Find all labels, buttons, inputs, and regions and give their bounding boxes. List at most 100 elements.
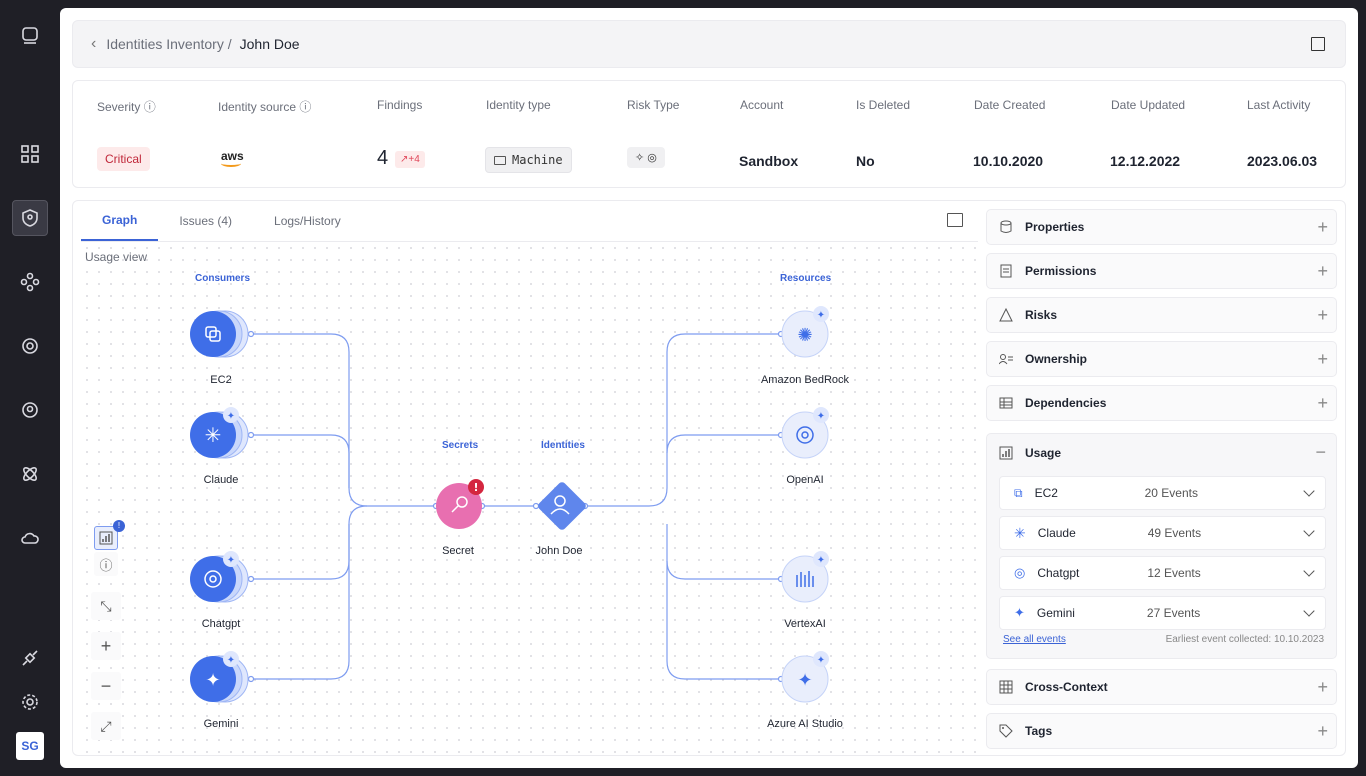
tab-issues[interactable]: Issues (4) [158,201,253,241]
deleted-label: Is Deleted [856,98,911,112]
target-icon[interactable] [12,328,48,364]
usage-events: 49 Events [1147,526,1202,540]
settings-icon[interactable] [12,684,48,720]
tag-icon [999,724,1013,738]
svg-text:✦: ✦ [227,555,235,566]
node-openai: ✦ [781,407,829,459]
svg-text:✺: ✺ [797,325,812,346]
plus-icon[interactable]: + [1317,218,1328,236]
zoom-in-button[interactable]: + [91,632,121,660]
alert-circle-icon: ⓘ [99,557,113,573]
plus-icon[interactable]: + [1317,722,1328,740]
warning-icon [999,308,1013,322]
section-title: Dependencies [1025,396,1107,410]
section-title: Permissions [1025,264,1097,278]
see-all-events-link[interactable]: See all events [1003,634,1066,645]
section-title: Ownership [1025,352,1088,366]
section-risks[interactable]: Risks + [986,297,1337,333]
chevron-left-icon[interactable]: ‹ [91,35,96,53]
type-label: Identity type [486,98,551,112]
plus-icon[interactable]: + [1317,306,1328,324]
risk-label: Risk Type [627,98,680,112]
plus-icon[interactable]: + [1317,350,1328,368]
node-bedrock: ✺ ✦ [781,306,829,358]
graph-edges: ✳ ✦ ✦ ✦ ✦ ! ✺ ✦ ✦ ✦ ✦ ✦ [190,306,829,703]
section-permissions[interactable]: Permissions + [986,253,1337,289]
svg-text:!: ! [473,481,478,494]
dashboard-icon[interactable] [12,136,48,172]
usage-header[interactable]: Usage [999,446,1061,460]
account-value: Sandbox [739,153,799,169]
section-tags[interactable]: Tags + [986,713,1337,749]
section-cross-context[interactable]: Cross-Context + [986,669,1337,705]
usage-name: Claude [1037,526,1076,540]
source-label: Identity source ⓘ [218,100,312,114]
created-value: 10.10.2020 [973,153,1044,169]
svg-text:✦: ✦ [227,655,235,666]
usage-events: 27 Events [1146,606,1201,620]
collapse-panel-icon[interactable] [947,213,963,227]
logo-icon[interactable] [12,18,48,54]
plus-icon[interactable]: + [1317,262,1328,280]
chevron-down-icon[interactable] [1303,565,1315,577]
cloud-icon[interactable] [12,520,48,556]
identity-shield-icon[interactable] [12,200,48,236]
severity-badge: Critical [97,147,150,171]
atom-icon[interactable] [12,456,48,492]
graph-card: Graph Issues (4) Logs/History Usage view… [72,200,1346,756]
breadcrumb: ‹ Identities Inventory / John Doe [72,20,1346,68]
breadcrumb-parent[interactable]: Identities Inventory / [106,36,231,52]
alert-view-toggle[interactable]: ⓘ [94,552,118,576]
fit-view-button[interactable]: ⤢ [91,712,121,740]
section-usage: Usage − ⧉ EC2 20 Events ✳ Claude 49 Even… [986,433,1337,659]
tab-bar: Graph Issues (4) Logs/History [81,201,362,241]
node-gemini: ✦ ✦ [190,651,249,703]
section-title: Tags [1025,724,1053,738]
section-dependencies[interactable]: Dependencies + [986,385,1337,421]
usage-row-claude[interactable]: ✳ Claude 49 Events [999,516,1326,550]
node-label-bedrock: Amazon BedRock [760,374,850,386]
usage-row-ec2[interactable]: ⧉ EC2 20 Events [999,476,1326,510]
usage-row-chatgpt[interactable]: ◎ Chatgpt 12 Events [999,556,1326,590]
page-title: John Doe [239,36,300,52]
tab-graph[interactable]: Graph [81,201,159,241]
svg-text:✦: ✦ [817,655,825,666]
node-label-chatgpt: Chatgpt [201,618,241,630]
chevron-down-icon[interactable] [1303,525,1315,537]
svg-text:✦: ✦ [205,670,220,691]
zoom-out-button[interactable]: − [91,672,121,700]
minus-icon: − [100,675,112,696]
node-label-claude: Claude [203,474,239,486]
section-title: Properties [1025,220,1085,234]
badge-icon[interactable] [12,392,48,428]
chevron-down-icon[interactable] [1303,485,1315,497]
findings-label: Findings [377,98,423,112]
plus-icon[interactable]: + [1317,394,1328,412]
node-ec2 [190,310,249,358]
usage-name: Chatgpt [1037,566,1080,580]
usage-name: Gemini [1036,606,1075,620]
tab-logs[interactable]: Logs/History [253,201,362,241]
updated-value: 12.12.2022 [1110,153,1181,169]
edge-vertex [666,524,781,580]
aws-logo: aws [221,149,244,167]
section-ownership[interactable]: Ownership + [986,341,1337,377]
section-properties[interactable]: Properties + [986,209,1337,245]
view-alert-badge: ! [113,520,125,532]
nodes-icon[interactable] [12,264,48,300]
bar-chart-icon [99,531,113,545]
plus-icon[interactable]: + [1317,678,1328,696]
node-label-azure: Azure AI Studio [767,718,843,730]
avatar[interactable]: SG [16,732,44,760]
node-azure: ✦ ✦ [781,651,829,703]
node-identity [538,482,586,530]
plug-icon[interactable] [12,640,48,676]
claude-icon: ✳ [1014,524,1026,541]
expand-icon[interactable] [1311,37,1325,51]
shrink-button[interactable]: ⤡ [91,592,121,620]
usage-row-gemini[interactable]: ✦ Gemini 27 Events [999,596,1326,630]
graph-canvas[interactable]: Usage view Consumers Secrets Identities … [81,241,978,755]
findings-count[interactable]: 4 [377,147,388,170]
chevron-down-icon[interactable] [1303,605,1315,617]
minus-icon[interactable]: − [1315,442,1326,463]
